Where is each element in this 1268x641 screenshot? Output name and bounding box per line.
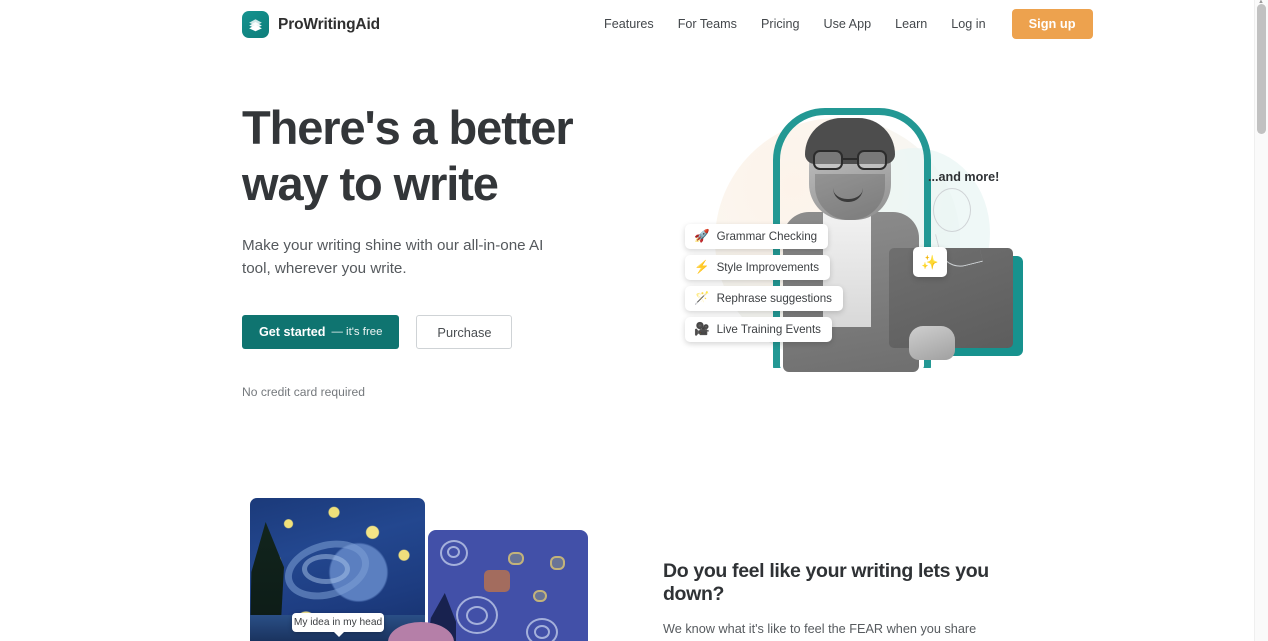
feature-pill-label: Grammar Checking	[716, 230, 818, 243]
flat-painting-panel	[428, 530, 588, 641]
nav-item-for-teams[interactable]: For Teams	[666, 0, 749, 48]
feature-pill-list: 🚀 Grammar Checking ⚡ Style Improvements …	[685, 224, 885, 348]
hero-actions: Get started — it's free Purchase	[242, 315, 642, 349]
sparkle-icon: ✨	[913, 247, 947, 277]
purchase-button[interactable]: Purchase	[416, 315, 513, 349]
nav-item-pricing[interactable]: Pricing	[749, 0, 812, 48]
get-started-button[interactable]: Get started — it's free	[242, 315, 400, 349]
book-logo-icon	[242, 11, 269, 38]
main-navigation: Features For Teams Pricing Use App Learn…	[604, 0, 1093, 48]
brand-name: ProWritingAid	[278, 15, 380, 33]
feature-pill-label: Live Training Events	[716, 323, 821, 336]
nav-item-learn[interactable]: Learn	[883, 0, 939, 48]
get-started-label: Get started	[259, 325, 326, 339]
flat-blob	[484, 570, 510, 592]
scrollbar-thumb[interactable]	[1257, 4, 1266, 134]
flat-swirl-inner	[447, 546, 460, 558]
signup-button[interactable]: Sign up	[1011, 8, 1093, 40]
balloon-icon	[933, 188, 971, 232]
page-title: There's a better way to write	[242, 100, 642, 212]
flat-star	[533, 590, 547, 602]
page-viewport: ProWritingAid Features For Teams Pricing…	[0, 0, 1268, 641]
nav-item-features[interactable]: Features	[604, 0, 666, 48]
idea-tooltip: My idea in my head	[292, 613, 384, 637]
nav-item-login[interactable]: Log in	[939, 0, 997, 48]
flat-star	[550, 556, 565, 570]
hero-illustration: 🚀 Grammar Checking ⚡ Style Improvements …	[655, 96, 1023, 396]
and-more-label: ...and more!	[928, 170, 1000, 184]
feature-pill-label: Rephrase suggestions	[716, 292, 832, 305]
flat-swirl-inner	[466, 606, 488, 625]
site-header: ProWritingAid Features For Teams Pricing…	[0, 0, 1254, 48]
hero-copy: There's a better way to write Make your …	[242, 100, 642, 399]
feature-pill-live-training-events[interactable]: 🎥 Live Training Events	[685, 317, 832, 342]
section-body: We know what it's like to feel the FEAR …	[663, 622, 977, 636]
feature-pill-rephrase-suggestions[interactable]: 🪄 Rephrase suggestions	[685, 286, 843, 311]
writing-section: Do you feel like your writing lets you d…	[663, 560, 1013, 641]
feature-pill-grammar-checking[interactable]: 🚀 Grammar Checking	[685, 224, 829, 249]
page-scrollbar[interactable]: ▲	[1254, 0, 1268, 641]
brand-logo[interactable]: ProWritingAid	[242, 11, 380, 38]
feature-pill-style-improvements[interactable]: ⚡ Style Improvements	[685, 255, 831, 280]
rocket-icon: 🚀	[694, 229, 710, 244]
flat-star	[508, 552, 524, 565]
hero-title-line-1: There's a better	[242, 101, 574, 154]
feature-pill-label: Style Improvements	[716, 261, 820, 274]
section-title: Do you feel like your writing lets you d…	[663, 560, 989, 605]
painting-swirl-inner	[302, 554, 350, 584]
no-credit-card-note: No credit card required	[242, 385, 366, 399]
get-started-sublabel: — it's free	[331, 326, 383, 338]
nav-item-use-app[interactable]: Use App	[811, 0, 883, 48]
magic-wand-icon: 🪄	[694, 291, 710, 306]
flat-swirl-inner	[534, 625, 550, 639]
video-camera-icon: 🎥	[694, 322, 710, 337]
hero-title-line-2: way to write	[242, 157, 499, 210]
person-hand	[909, 326, 955, 360]
hero-subtitle: Make your writing shine with our all-in-…	[242, 237, 544, 277]
lightning-icon: ⚡	[694, 260, 710, 275]
